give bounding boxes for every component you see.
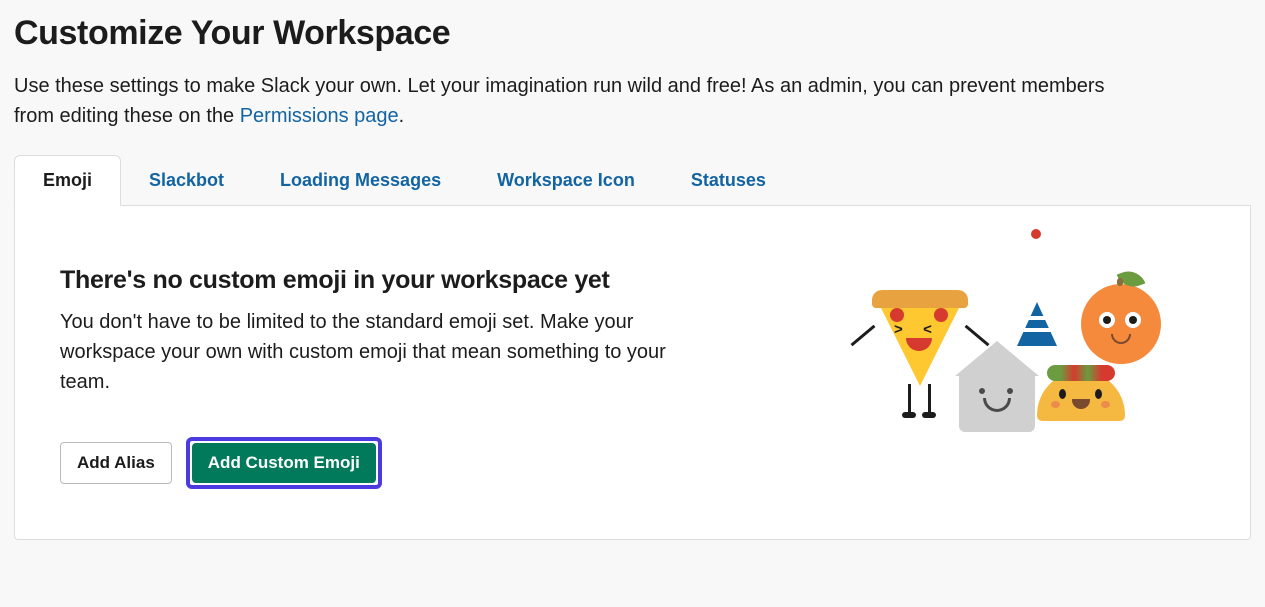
permissions-link[interactable]: Permissions page [240,105,399,127]
taco-emoji-icon [1037,371,1125,421]
page-title: Customize Your Workspace [14,14,1251,53]
orange-emoji-icon [1081,284,1161,364]
emoji-section-heading: There's no custom emoji in your workspac… [60,266,710,295]
tab-loading-messages[interactable]: Loading Messages [252,155,469,205]
add-custom-emoji-highlight: Add Custom Emoji [186,437,382,489]
tab-slackbot[interactable]: Slackbot [121,155,252,205]
tab-emoji[interactable]: Emoji [14,155,121,206]
emoji-illustration: > < [865,276,1175,446]
page-description-suffix: . [399,105,405,127]
tabs-container: Emoji Slackbot Loading Messages Workspac… [14,155,1251,206]
add-custom-emoji-button[interactable]: Add Custom Emoji [192,443,376,483]
page-description: Use these settings to make Slack your ow… [14,71,1114,131]
emoji-section-description: You don't have to be limited to the stan… [60,307,710,397]
add-alias-button[interactable]: Add Alias [60,442,172,484]
tab-workspace-icon[interactable]: Workspace Icon [469,155,663,205]
page-description-text: Use these settings to make Slack your ow… [14,75,1105,127]
tab-statuses[interactable]: Statuses [663,155,794,205]
party-hat-icon [1017,302,1057,346]
tab-content: There's no custom emoji in your workspac… [14,206,1251,540]
house-emoji-icon [955,341,1039,432]
party-hat-ball-icon [1031,229,1041,239]
pizza-emoji-icon: > < [875,296,965,386]
